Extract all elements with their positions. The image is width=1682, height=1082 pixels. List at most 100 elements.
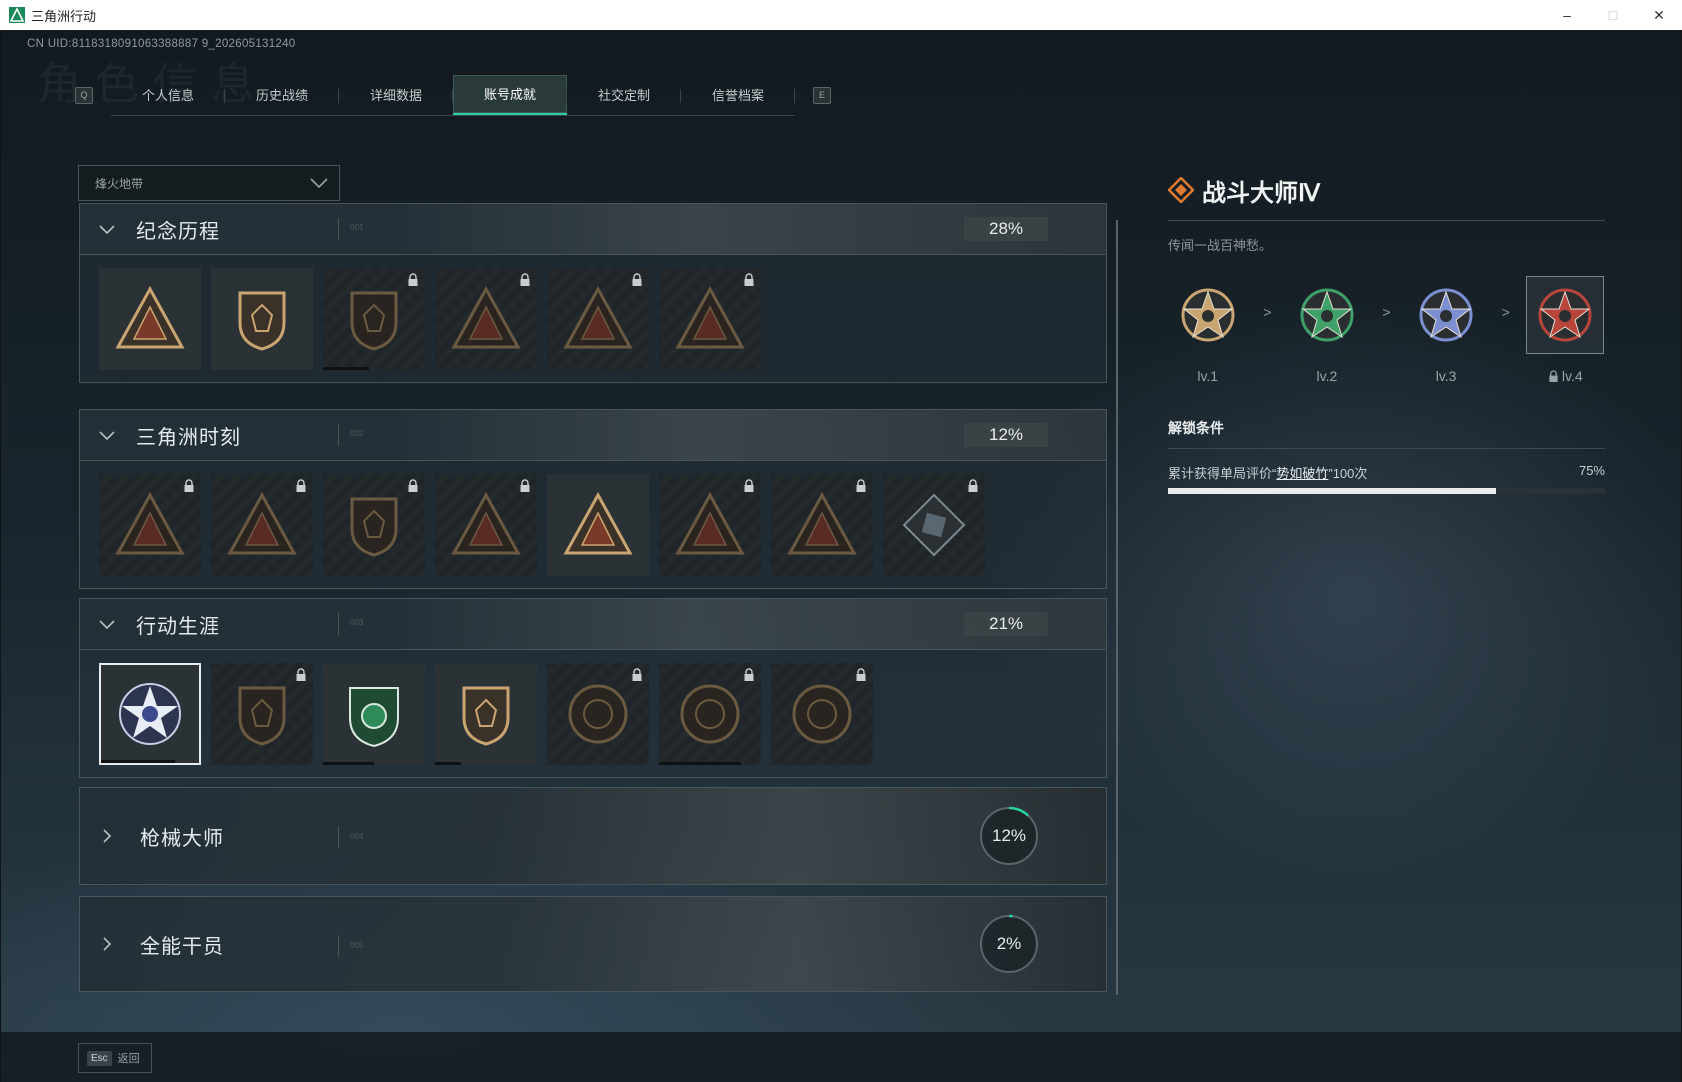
lock-icon: [968, 479, 978, 492]
level-label: lv.2: [1317, 368, 1338, 384]
tab-reputation[interactable]: 信誉档案: [681, 75, 795, 115]
achievement-badge[interactable]: [659, 663, 761, 765]
achievement-badge[interactable]: [211, 474, 313, 576]
level-arrow: >: [1263, 304, 1272, 320]
tab-detailed-data[interactable]: 详细数据: [339, 75, 453, 115]
achievement-badge[interactable]: [659, 474, 761, 576]
lock-icon: [744, 668, 754, 681]
close-button[interactable]: ✕: [1636, 0, 1682, 30]
category-header[interactable]: 三角洲时刻 002 12%: [80, 410, 1106, 461]
category-header[interactable]: 纪念历程 001 28%: [80, 204, 1106, 255]
tab-personal-info[interactable]: 个人信息: [111, 75, 225, 115]
lock-icon: [632, 668, 642, 681]
mode-select[interactable]: 烽火地带: [78, 165, 340, 201]
level-item[interactable]: lv.4: [1526, 276, 1605, 384]
level-text: lv.4: [1561, 368, 1583, 384]
condition-link[interactable]: 势如破竹: [1276, 466, 1328, 481]
achievement-badge[interactable]: [99, 268, 201, 370]
achievement-badge[interactable]: [323, 268, 425, 370]
lock-icon: [296, 479, 306, 492]
tab-bar: Q 个人信息 历史战绩 详细数据 账号成就 社交定制 信誉档案 E: [75, 74, 831, 116]
lock-icon: [184, 479, 194, 492]
achievement-badge[interactable]: [435, 268, 537, 370]
lock-icon: [520, 479, 530, 492]
bag-triangle-badge-icon: [115, 491, 185, 555]
achievement-title: 战斗大师Ⅳ: [1202, 179, 1321, 207]
skull-crossed-badge-icon: [675, 285, 745, 349]
badge-grid: [80, 650, 1106, 765]
achievement-badge[interactable]: [547, 663, 649, 765]
condition-text: 累计获得单局评价“势如破竹”100次: [1168, 463, 1367, 482]
lock-icon: [744, 273, 754, 286]
category-title: 全能干员: [140, 935, 224, 958]
mode-select-value: 烽火地带: [95, 176, 144, 191]
next-tab-key[interactable]: E: [813, 86, 831, 104]
prev-tab-key[interactable]: Q: [75, 86, 93, 104]
achievement-detail: 战斗大师Ⅳ 传闻一战百神愁。 lv.1 > lv.2 > lv.3 > lv.4 解锁条件 …: [1168, 170, 1605, 494]
maximize-button[interactable]: □: [1590, 0, 1636, 30]
category-panel-weapon-master[interactable]: 枪械大师 004 12%: [79, 787, 1107, 885]
eye-emblem-badge-icon: [792, 684, 852, 744]
dice-triangle-badge-icon: [451, 491, 521, 555]
team-winged-badge-icon: [675, 491, 745, 555]
category-percent: 12%: [991, 826, 1027, 845]
skull-target-badge-icon: [680, 684, 740, 744]
unlock-condition-title: 解锁条件: [1168, 420, 1224, 436]
achievement-badge[interactable]: [771, 663, 873, 765]
lock-icon: [856, 479, 866, 492]
header-divider: [338, 613, 339, 635]
category-index: 002: [350, 429, 364, 438]
achievement-badge[interactable]: [99, 474, 201, 576]
lock-icon: [632, 273, 642, 286]
hooded-figure-badge-icon: [563, 285, 633, 349]
back-button[interactable]: Esc 返回: [78, 1043, 152, 1073]
category-title: 纪念历程: [136, 220, 220, 243]
achievement-badge[interactable]: [547, 268, 649, 370]
level-item[interactable]: lv.2: [1287, 276, 1366, 384]
category-percent: 2%: [996, 934, 1022, 953]
category-header[interactable]: 行动生涯 003 21%: [80, 599, 1106, 650]
green-star-shield-badge-icon: [349, 687, 399, 748]
achievement-badge[interactable]: [211, 663, 313, 765]
category-index: 005: [350, 941, 364, 950]
list-scrollbar[interactable]: [1116, 220, 1118, 995]
chevron-down-icon: [99, 620, 115, 630]
achievement-badge[interactable]: [211, 268, 313, 370]
tab-history[interactable]: 历史战绩: [225, 75, 339, 115]
bottom-bar: Esc 返回: [1, 1032, 1681, 1082]
category-percent: 21%: [964, 612, 1048, 636]
category-index: 003: [350, 618, 364, 627]
achievement-badge[interactable]: [771, 474, 873, 576]
window-title: 三角洲行动: [31, 8, 97, 24]
achievement-badge[interactable]: [99, 663, 201, 765]
level-badge: [1407, 276, 1485, 354]
achievement-badge[interactable]: [323, 663, 425, 765]
badge-progress-bar: [101, 760, 175, 763]
achievement-badge[interactable]: [659, 268, 761, 370]
achievement-badge[interactable]: [435, 474, 537, 576]
achievement-badge[interactable]: [323, 474, 425, 576]
star-emblem-icon: [1300, 288, 1354, 342]
dolphin-triangle-badge-icon: [787, 491, 857, 555]
chevron-down-icon: [99, 431, 115, 441]
header-divider: [338, 424, 339, 446]
achievement-badge[interactable]: [547, 474, 649, 576]
level-badge: [1526, 276, 1605, 354]
badge-progress-bar: [435, 762, 461, 765]
level-arrow: >: [1382, 304, 1391, 320]
achievement-badge[interactable]: [435, 663, 537, 765]
tab-achievements[interactable]: 账号成就: [453, 74, 567, 115]
achievement-badge[interactable]: [883, 474, 985, 576]
lock-icon: [520, 273, 530, 286]
category-panel-all-round-operator[interactable]: 全能干员 005 2%: [79, 896, 1107, 992]
chevron-right-icon: [103, 829, 112, 843]
lock-icon: [296, 668, 306, 681]
badge-grid: [80, 255, 1106, 370]
minimize-button[interactable]: –: [1544, 0, 1590, 30]
tab-social[interactable]: 社交定制: [567, 75, 681, 115]
window-titlebar: 三角洲行动 – □ ✕: [0, 0, 1682, 30]
level-item[interactable]: lv.3: [1406, 276, 1485, 384]
level-item[interactable]: lv.1: [1168, 276, 1247, 384]
header-divider: [338, 218, 339, 240]
badge-progress-bar: [323, 367, 369, 370]
